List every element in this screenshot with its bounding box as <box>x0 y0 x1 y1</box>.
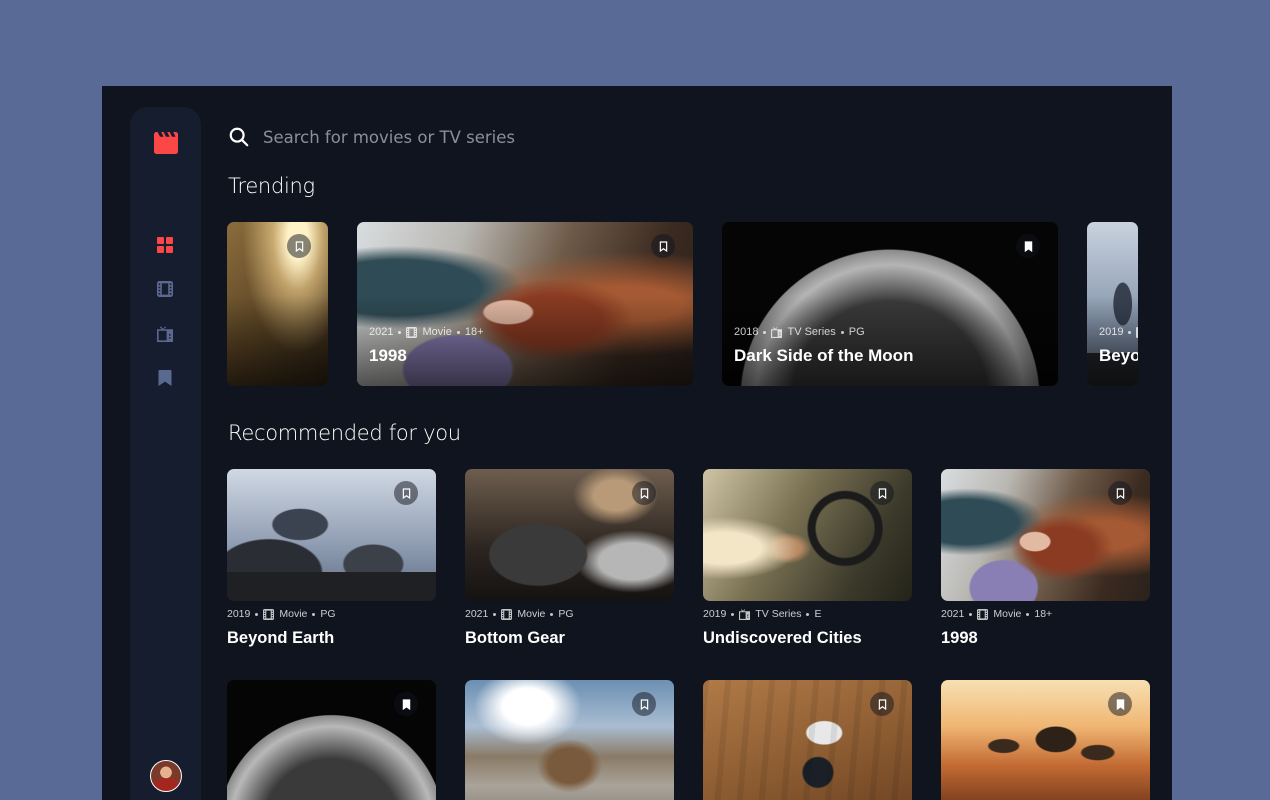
bookmark-filled-icon <box>1116 698 1124 710</box>
recommended-card: 2019 TV Series E Undiscovered Cities <box>703 469 912 648</box>
recommended-card: 2021 Movie 18+ 1998 <box>941 469 1150 648</box>
nav-tv-series[interactable] <box>157 326 173 342</box>
recommended-card <box>703 680 912 800</box>
bookmark-button[interactable] <box>632 692 656 716</box>
card-meta: 2021 Movie 18+ <box>941 608 1150 620</box>
bookmark-button[interactable] <box>394 481 418 505</box>
film-icon <box>157 281 173 297</box>
card-rating: PG <box>558 608 574 620</box>
tv-icon <box>771 326 783 338</box>
card-category: Movie <box>517 608 546 620</box>
trending-card[interactable] <box>227 222 328 386</box>
card-title: 1998 <box>369 346 407 365</box>
search-icon <box>229 127 249 147</box>
film-icon <box>501 608 513 620</box>
card-rating: PG <box>320 608 336 620</box>
card-rating: PG <box>848 326 865 338</box>
bookmark-empty-icon <box>402 487 410 499</box>
card-thumbnail[interactable] <box>941 469 1150 601</box>
card-thumbnail[interactable] <box>941 680 1150 800</box>
bookmark-empty-icon <box>640 487 648 499</box>
card-title: Bottom Gear <box>465 629 565 647</box>
recommended-card: 2021 Movie PG Bottom Gear <box>465 469 674 648</box>
nav-movies[interactable] <box>157 281 173 297</box>
card-thumbnail[interactable] <box>465 469 674 601</box>
bookmark-button[interactable] <box>870 481 894 505</box>
bookmark-button[interactable] <box>287 234 311 258</box>
recommended-card <box>941 680 1150 800</box>
clapperboard-icon[interactable] <box>154 132 178 154</box>
card-meta: 2021 Movie PG <box>465 608 674 620</box>
card-category: TV Series <box>755 608 802 620</box>
card-year: 2021 <box>369 326 394 338</box>
card-category: Movie <box>279 608 308 620</box>
recommended-card <box>465 680 674 800</box>
bookmark-filled-icon <box>402 698 410 710</box>
bookmark-empty-icon <box>659 240 667 252</box>
bookmark-button[interactable] <box>632 481 656 505</box>
tv-icon <box>739 608 751 620</box>
trending-card[interactable]: 2018 TV Series PG Dark Side of the Moon <box>722 222 1058 386</box>
bookmark-empty-icon <box>878 698 886 710</box>
bookmark-filled-icon <box>1024 240 1032 252</box>
film-icon <box>263 608 275 620</box>
film-icon <box>977 608 989 620</box>
card-year: 2018 <box>734 326 759 338</box>
card-category: TV Series <box>787 326 836 338</box>
bookmark-button[interactable] <box>651 234 675 258</box>
card-title: Undiscovered Cities <box>703 629 862 647</box>
card-year: 2019 <box>227 608 251 620</box>
recommended-heading: Recommended for you <box>228 421 461 445</box>
film-icon <box>406 326 418 338</box>
card-title: Beyo <box>1099 346 1138 365</box>
card-year: 2019 <box>703 608 727 620</box>
film-icon <box>1136 326 1138 338</box>
bookmark-button[interactable] <box>1108 481 1132 505</box>
bookmark-empty-icon <box>1116 487 1124 499</box>
app-window: Trending 2021 Movie 18+ 1998 2018 TV Ser… <box>102 86 1172 800</box>
card-year: 2021 <box>941 608 965 620</box>
avatar[interactable] <box>150 760 182 792</box>
recommended-card: 2019 Movie PG Beyond Earth <box>227 469 436 648</box>
card-thumbnail[interactable] <box>465 680 674 800</box>
sidebar <box>130 107 201 800</box>
card-category: Movie <box>993 608 1022 620</box>
trending-card[interactable]: 2021 Movie 18+ 1998 <box>357 222 693 386</box>
card-meta: 2018 TV Series PG <box>734 326 865 338</box>
card-title: 1998 <box>941 629 978 647</box>
card-year: 2021 <box>465 608 489 620</box>
card-meta: 2021 Movie 18+ <box>369 326 484 338</box>
card-year: 2019 <box>1099 326 1124 338</box>
bookmark-empty-icon <box>295 240 303 252</box>
card-rating: E <box>814 608 822 620</box>
card-meta: 2019 TV Series E <box>703 608 912 620</box>
nav-bookmarks[interactable] <box>157 370 173 386</box>
card-title: Beyond Earth <box>227 629 335 647</box>
nav-home[interactable] <box>157 237 173 253</box>
bookmark-button[interactable] <box>1016 234 1040 258</box>
grid-icon <box>157 237 173 253</box>
bookmark-empty-icon <box>878 487 886 499</box>
tv-icon <box>157 326 173 342</box>
search-bar <box>228 126 623 148</box>
card-meta: 2019 Movie PG <box>227 608 436 620</box>
trending-card[interactable]: 2019 Beyo <box>1087 222 1138 386</box>
card-meta: 2019 <box>1099 326 1138 338</box>
bookmark-button[interactable] <box>870 692 894 716</box>
search-input[interactable] <box>263 127 623 147</box>
bookmark-empty-icon <box>640 698 648 710</box>
card-thumbnail[interactable] <box>703 680 912 800</box>
recommended-card <box>227 680 436 800</box>
card-rating: 18+ <box>464 326 484 338</box>
card-thumbnail[interactable] <box>703 469 912 601</box>
card-rating: 18+ <box>1034 608 1053 620</box>
card-category: Movie <box>422 326 452 338</box>
bookmark-icon <box>158 370 172 386</box>
card-thumbnail[interactable] <box>227 680 436 800</box>
card-title: Dark Side of the Moon <box>734 346 914 365</box>
bookmark-button[interactable] <box>394 692 418 716</box>
card-thumbnail[interactable] <box>227 469 436 601</box>
trending-heading: Trending <box>228 174 315 198</box>
bookmark-button[interactable] <box>1108 692 1132 716</box>
